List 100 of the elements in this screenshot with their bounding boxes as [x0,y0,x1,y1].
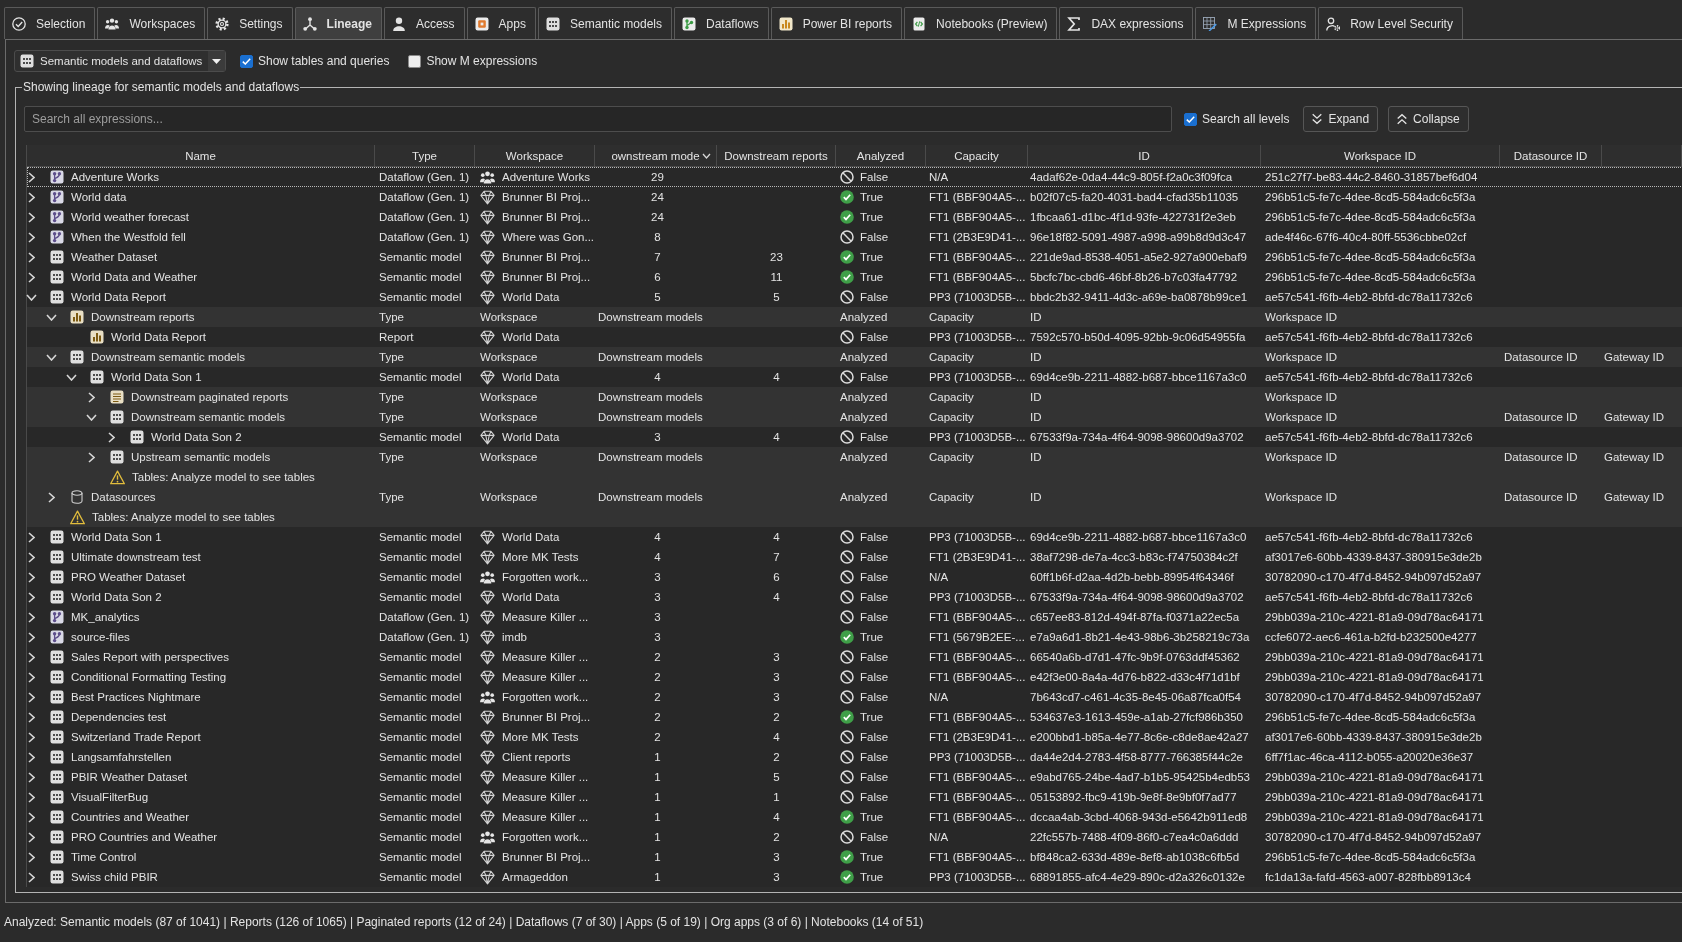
tab[interactable]: Row Level Security [1318,7,1463,39]
tab[interactable]: Dataflows [674,7,769,39]
tree-row[interactable]: Datasources Type Workspace Downstream models Analyzed Capacity ID Workspace ID Datasource ID Gateway ID [27,487,1682,507]
item-name: World data [71,190,127,204]
tree-row[interactable]: Downstream semantic models Type Workspace Downstream models Analyzed Capacity ID Workspace ID Datasource ID Gateway ID [27,407,1682,427]
table-cell: ae57c541-f6fb-4eb2-8bfd-dc78a11732c6 [1265,530,1473,544]
chevron-right-icon[interactable] [28,651,35,663]
chevron-right-icon[interactable] [28,771,35,783]
tab[interactable]: DAX expressions [1059,7,1194,39]
checkmark-icon [1186,115,1195,123]
column-header[interactable]: Workspace ID [1344,148,1416,163]
tab[interactable]: Access [383,7,465,39]
chevron-right-icon[interactable] [28,251,35,263]
tree-row[interactable]: Tables: Analyze model to see tables [27,467,1682,487]
collapse-button[interactable]: Collapse [1388,106,1469,132]
table-cell: 5 [773,770,780,784]
tab[interactable]: Workspaces [97,7,206,39]
column-label: Datasource ID [1504,490,1578,504]
table-cell: 69d4ce9b-2211-4882-b687-bbce1167a3c0 [1030,530,1247,544]
chevron-right-icon[interactable] [28,691,35,703]
column-header[interactable]: Analyzed [856,148,905,163]
table-cell: Semantic model [379,690,462,704]
column-header[interactable]: ID [1138,148,1150,163]
sort-chevron-icon[interactable] [702,152,711,159]
column-header[interactable]: Capacity [954,148,999,163]
chevron-right-icon[interactable] [28,571,35,583]
tab[interactable]: Notebooks (Preview) [904,7,1058,39]
checkbox[interactable] [240,54,253,68]
chevron-down-icon[interactable] [26,293,37,301]
tab[interactable]: M Expressions [1195,7,1317,39]
tree-row[interactable]: Upstream semantic models Type Workspace Downstream models Analyzed Capacity ID Workspace ID Datasource ID Gateway ID [27,447,1682,467]
tree-row[interactable]: Downstream paginated reports Type Workspace Downstream models Analyzed Capacity ID Workspace ID [27,387,1682,407]
checkbox[interactable] [1184,112,1197,126]
table-cell: 2 [773,830,780,844]
chevron-down-icon[interactable] [86,413,97,421]
people-icon [480,569,495,585]
table-cell: False [860,290,889,304]
search-field[interactable]: Search all expressions... [24,106,1172,132]
chevron-right-icon[interactable] [88,391,95,403]
checkbox-label[interactable]: Show tables and queries [258,54,390,68]
table-cell: False [860,670,889,684]
chevron-right-icon[interactable] [28,231,35,243]
column-label: Type [379,490,404,504]
chevron-right-icon[interactable] [28,211,35,223]
chevron-right-icon[interactable] [88,451,95,463]
tab[interactable]: Settings [207,7,293,39]
column-header[interactable]: Type [412,148,437,163]
tab[interactable]: Power BI reports [770,7,903,39]
table-cell: False [860,790,889,804]
chevron-right-icon[interactable] [28,871,35,883]
column-header[interactable]: ownstream mode [611,148,700,163]
chevron-down-icon[interactable] [46,313,57,321]
chevron-right-icon[interactable] [28,551,35,563]
chevron-right-icon[interactable] [28,791,35,803]
chevron-right-icon[interactable] [28,731,35,743]
expand-button[interactable]: Expand [1303,106,1379,132]
chevron-right-icon[interactable] [28,631,35,643]
chevron-right-icon[interactable] [28,591,35,603]
tree-row[interactable]: Downstream semantic models Type Workspace Downstream models Analyzed Capacity ID Workspace ID Datasource ID Gateway ID [27,347,1682,367]
chevron-right-icon[interactable] [28,531,35,543]
chevron-down-icon[interactable] [46,353,57,361]
column-label: Type [379,350,404,364]
column-header[interactable]: Name [185,148,216,163]
column-header[interactable]: Datasource ID [1513,148,1588,163]
chevron-right-icon[interactable] [28,271,35,283]
view-dropdown[interactable]: Semantic models and dataflows [14,50,226,72]
chevron-down-icon[interactable] [66,373,77,381]
chevron-right-icon[interactable] [28,831,35,843]
column-header[interactable]: Downstream reports [724,148,828,163]
tab[interactable]: Lineage [294,7,382,39]
tree-row[interactable]: Tables: Analyze model to see tables [27,507,1682,527]
grid-tile-icon [50,770,64,784]
checkbox-label[interactable]: Search all levels [1202,112,1290,126]
table-cell: 3 [773,650,780,664]
chevron-right-icon[interactable] [28,751,35,763]
chevron-right-icon[interactable] [108,431,115,443]
table-cell: 4 [773,430,780,444]
checkbox[interactable] [408,54,422,68]
table-cell: e9abd765-24be-4ad7-b1b5-95425b4edb53 [1030,770,1250,784]
chevron-right-icon[interactable] [28,191,35,203]
chevron-right-icon[interactable] [48,491,55,503]
chevron-right-icon[interactable] [28,171,35,183]
tab[interactable]: Semantic models [537,7,672,39]
chevron-right-icon[interactable] [28,611,35,623]
table-cell: False [860,830,889,844]
tree-row[interactable]: Adventure Works Dataflow (Gen. 1) Adventure Works 29 False N/A 4adaf62e-0da4-44c9-805f-f2a0c3f09fca 251c27f7-be83-44c2-8460-31857bef6d04 [27,167,1682,187]
column-header[interactable]: Workspace [505,148,564,163]
tab[interactable]: Selection [4,7,96,39]
tree-row[interactable]: Downstream reports Type Workspace Downstream models Analyzed Capacity ID Workspace ID [27,307,1682,327]
chevron-right-icon[interactable] [28,671,35,683]
tab[interactable]: Apps [466,7,536,39]
branch-tile-icon [50,170,64,184]
checkbox-label[interactable]: Show M expressions [426,54,538,68]
column-label: ID [1030,390,1042,404]
table-cell: World Data [502,330,560,344]
chevron-right-icon[interactable] [28,711,35,723]
table-cell: Measure Killer ... [502,610,589,624]
chevron-right-icon[interactable] [28,811,35,823]
chevron-right-icon[interactable] [28,851,35,863]
table-cell: PP3 (71003D5B-... [929,750,1026,764]
